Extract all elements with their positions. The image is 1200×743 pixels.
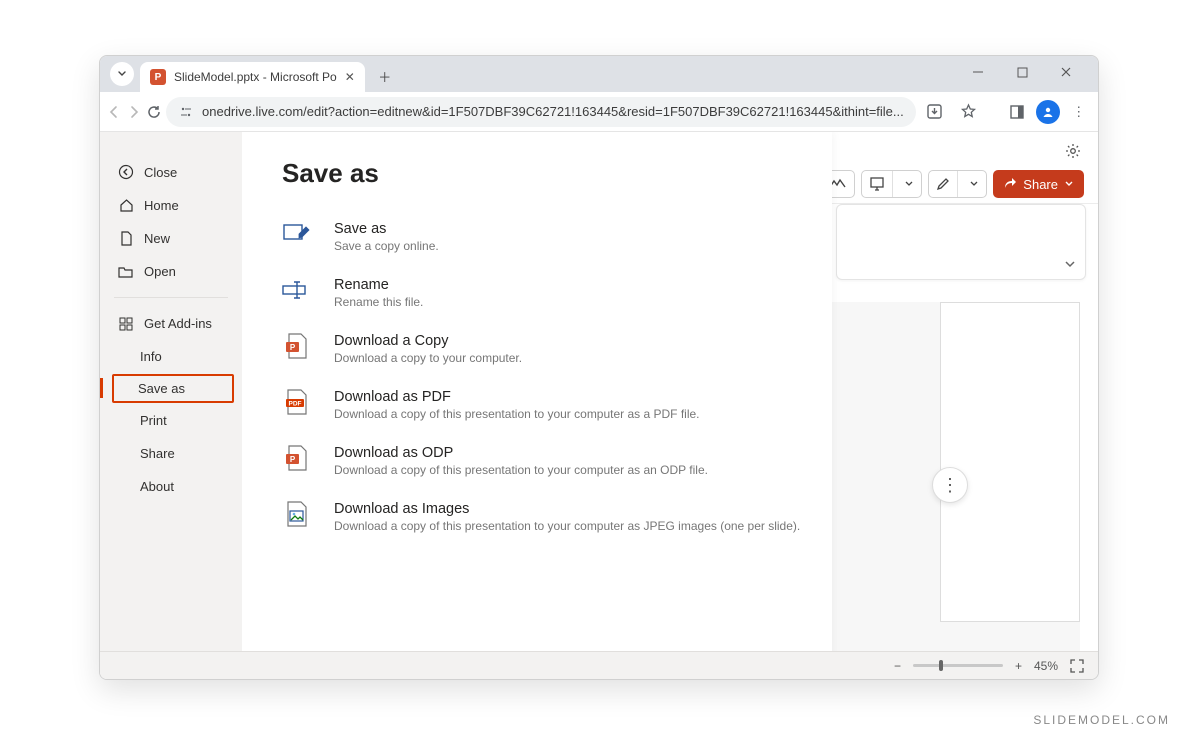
option-title: Download as ODP xyxy=(334,445,708,461)
sidebar-label: Save as xyxy=(138,381,185,396)
sidebar-item-info[interactable]: Info xyxy=(100,341,242,372)
bookmark-star-icon[interactable] xyxy=(954,97,984,127)
browser-toolbar: onedrive.live.com/edit?action=editnew&id… xyxy=(100,92,1098,132)
svg-text:P: P xyxy=(290,343,296,352)
slide-preview xyxy=(940,302,1080,622)
odp-file-icon: P xyxy=(282,445,312,471)
chevron-down-icon[interactable] xyxy=(1063,257,1077,271)
addins-icon xyxy=(118,317,134,331)
editing-mode-button[interactable] xyxy=(928,170,987,198)
backstage-panel: Close Home New Open Get Add-ins xyxy=(100,132,832,679)
profile-avatar[interactable] xyxy=(1036,100,1060,124)
option-title: Download a Copy xyxy=(334,333,522,349)
option-desc: Download a copy of this presentation to … xyxy=(334,463,708,477)
zoom-slider[interactable] xyxy=(913,664,1003,667)
status-bar: − + 45% xyxy=(100,651,1098,679)
home-icon xyxy=(118,198,134,213)
option-title: Rename xyxy=(334,277,423,293)
back-arrow-icon xyxy=(118,164,134,180)
settings-gear-icon[interactable] xyxy=(1064,142,1082,160)
sidebar-label: Home xyxy=(144,198,179,213)
share-button-label: Share xyxy=(1023,177,1058,192)
option-desc: Download a copy to your computer. xyxy=(334,351,522,365)
sidebar-item-addins[interactable]: Get Add-ins xyxy=(100,308,242,339)
option-title: Download as Images xyxy=(334,501,800,517)
present-button[interactable] xyxy=(861,170,922,198)
sidebar-label: Share xyxy=(140,446,175,461)
sidebar-item-new[interactable]: New xyxy=(100,223,242,254)
powerpoint-favicon: P xyxy=(150,69,166,85)
nav-forward-button[interactable] xyxy=(126,97,142,127)
sidebar-label: Info xyxy=(140,349,162,364)
window-maximize-button[interactable] xyxy=(1004,60,1040,84)
option-desc: Rename this file. xyxy=(334,295,423,309)
image-file-icon xyxy=(282,501,312,527)
pdf-file-icon: PDF xyxy=(282,389,312,415)
tab-title: SlideModel.pptx - Microsoft Po xyxy=(174,70,337,84)
option-desc: Save a copy online. xyxy=(334,239,439,253)
sidebar-label: Print xyxy=(140,413,167,428)
sidebar-label: Get Add-ins xyxy=(144,316,212,331)
option-save-as[interactable]: Save as Save a copy online. xyxy=(282,211,802,267)
sidebar-item-share[interactable]: Share xyxy=(100,438,242,469)
nav-back-button[interactable] xyxy=(106,97,122,127)
share-button[interactable]: Share xyxy=(993,170,1084,198)
new-tab-button[interactable]: ＋ xyxy=(371,62,399,90)
sidebar-item-about[interactable]: About xyxy=(100,471,242,502)
sidebar-item-saveas[interactable]: Save as xyxy=(112,374,234,403)
address-bar[interactable]: onedrive.live.com/edit?action=editnew&id… xyxy=(166,97,916,127)
site-settings-icon[interactable] xyxy=(178,104,194,120)
new-file-icon xyxy=(118,231,134,246)
sidebar-item-open[interactable]: Open xyxy=(100,256,242,287)
backstage-sidebar: Close Home New Open Get Add-ins xyxy=(100,132,242,679)
option-download-copy[interactable]: P Download a Copy Download a copy to you… xyxy=(282,323,802,379)
designer-panel xyxy=(836,204,1086,280)
option-download-odp[interactable]: P Download as ODP Download a copy of thi… xyxy=(282,435,802,491)
sidebar-item-print[interactable]: Print xyxy=(100,405,242,436)
pptx-file-icon: P xyxy=(282,333,312,359)
more-options-fab[interactable]: ⋮ xyxy=(932,467,968,503)
backstage-main: Save as Save as Save a copy online. xyxy=(242,132,832,679)
sidebar-item-close[interactable]: Close xyxy=(100,156,242,188)
option-title: Save as xyxy=(334,221,439,237)
url-text: onedrive.live.com/edit?action=editnew&id… xyxy=(202,104,904,119)
side-panel-icon[interactable] xyxy=(1002,97,1032,127)
sidebar-label: About xyxy=(140,479,174,494)
option-desc: Download a copy of this presentation to … xyxy=(334,407,700,421)
sidebar-label: Open xyxy=(144,264,176,279)
fit-to-window-button[interactable] xyxy=(1070,659,1084,673)
browser-titlebar: P SlideModel.pptx - Microsoft Po ✕ ＋ xyxy=(100,56,1098,92)
active-indicator xyxy=(100,378,103,398)
zoom-out-button[interactable]: − xyxy=(894,659,901,673)
zoom-in-button[interactable]: + xyxy=(1015,659,1022,673)
sidebar-separator xyxy=(114,297,228,298)
browser-tab[interactable]: P SlideModel.pptx - Microsoft Po ✕ xyxy=(140,62,365,92)
window-close-button[interactable] xyxy=(1048,60,1084,84)
sidebar-label: New xyxy=(144,231,170,246)
folder-open-icon xyxy=(118,265,134,278)
option-download-images[interactable]: Download as Images Download a copy of th… xyxy=(282,491,802,547)
install-app-icon[interactable] xyxy=(920,97,950,127)
nav-reload-button[interactable] xyxy=(146,97,162,127)
browser-window: P SlideModel.pptx - Microsoft Po ✕ ＋ xyxy=(99,55,1099,680)
watermark: SLIDEMODEL.COM xyxy=(1033,713,1170,727)
option-download-pdf[interactable]: PDF Download as PDF Download a copy of t… xyxy=(282,379,802,435)
option-rename[interactable]: Rename Rename this file. xyxy=(282,267,802,323)
app-body: Share ⋮ Close Home xyxy=(100,132,1098,679)
rename-icon xyxy=(282,277,312,303)
sidebar-label: Close xyxy=(144,165,177,180)
sidebar-item-home[interactable]: Home xyxy=(100,190,242,221)
svg-text:PDF: PDF xyxy=(289,401,302,408)
save-as-icon xyxy=(282,221,312,247)
option-desc: Download a copy of this presentation to … xyxy=(334,519,800,533)
page-title: Save as xyxy=(282,158,802,189)
tab-search-button[interactable] xyxy=(110,62,134,86)
tab-close-icon[interactable]: ✕ xyxy=(345,70,355,84)
option-title: Download as PDF xyxy=(334,389,700,405)
browser-menu-icon[interactable]: ⋮ xyxy=(1064,97,1094,127)
window-minimize-button[interactable] xyxy=(960,60,996,84)
zoom-level[interactable]: 45% xyxy=(1034,659,1058,673)
svg-text:P: P xyxy=(290,455,296,464)
